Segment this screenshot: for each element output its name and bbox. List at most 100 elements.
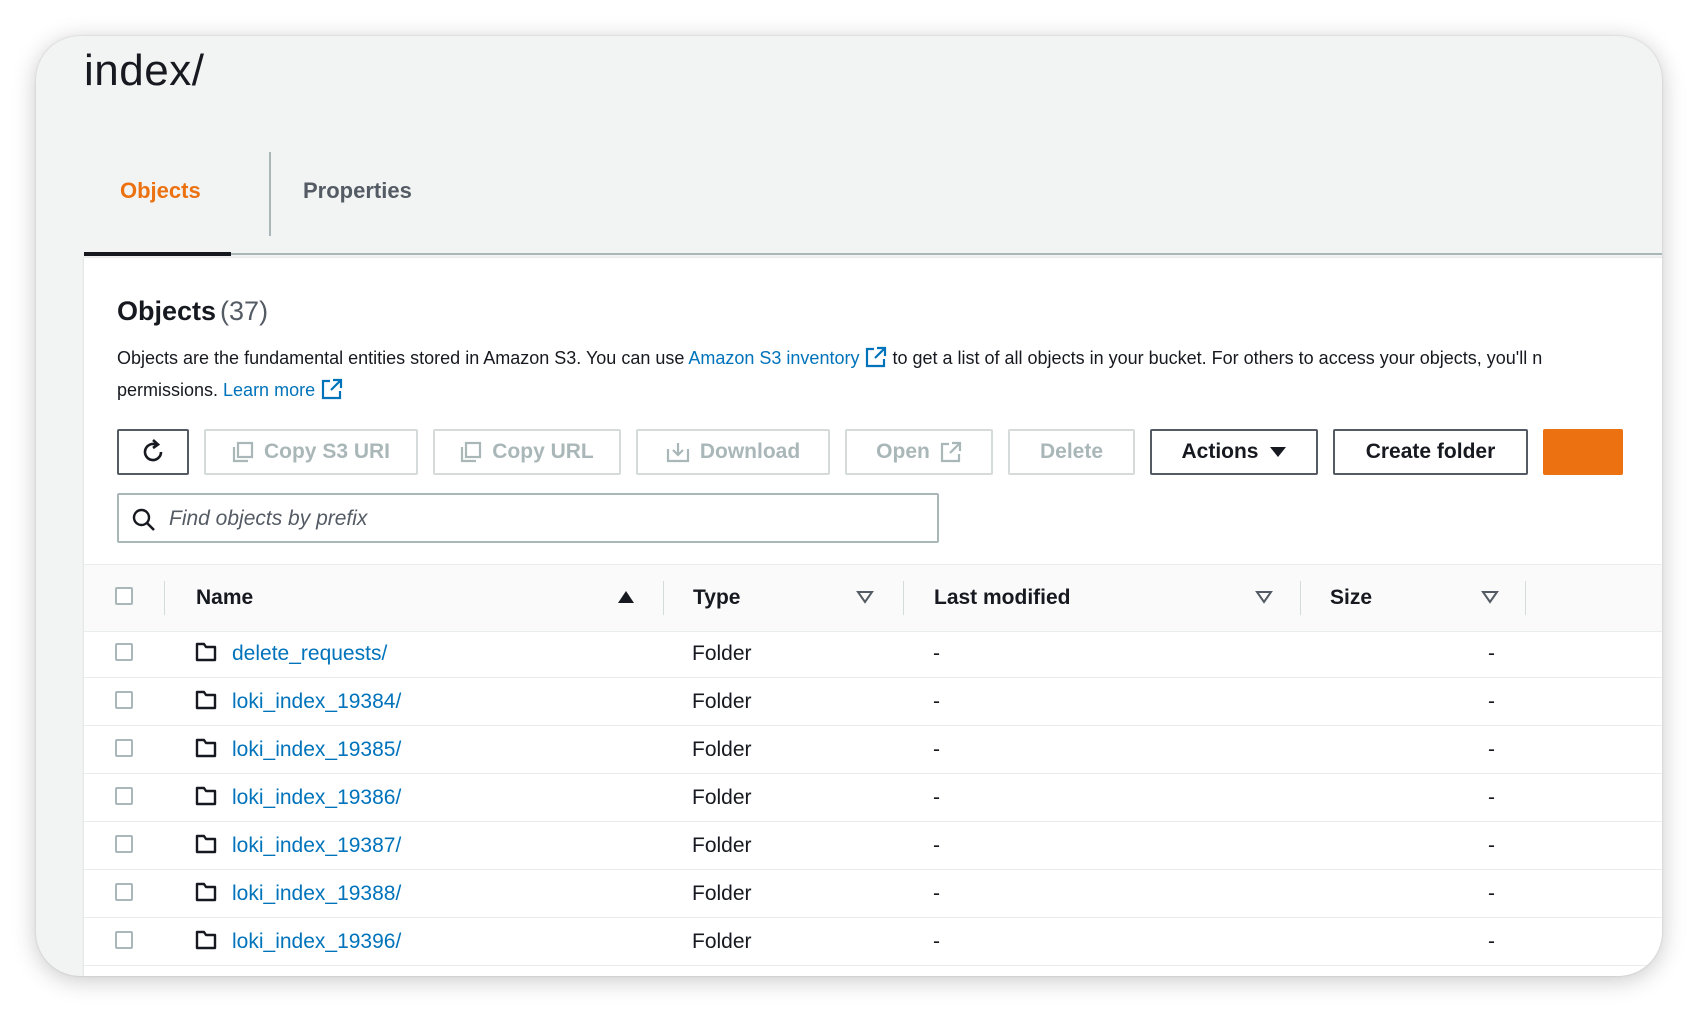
copy-icon: [232, 441, 254, 463]
s3-inventory-link-label: Amazon S3 inventory: [688, 348, 860, 368]
copy-url-label: Copy URL: [492, 440, 594, 463]
object-size: -: [1488, 833, 1495, 857]
objects-description: Objects are the fundamental entities sto…: [117, 342, 1662, 406]
select-all-checkbox[interactable]: [115, 587, 133, 605]
prefix-search: [117, 493, 939, 543]
table-row[interactable]: loki_index_19385/ Folder - -: [84, 726, 1662, 774]
sort-unsorted-icon[interactable]: [1481, 589, 1499, 605]
column-header-size[interactable]: Size: [1330, 565, 1372, 631]
copy-s3-uri-button[interactable]: Copy S3 URI: [204, 429, 418, 475]
sort-ascending-icon[interactable]: [617, 589, 635, 605]
column-divider: [663, 581, 664, 615]
actions-dropdown[interactable]: Actions: [1150, 429, 1318, 475]
table-row[interactable]: delete_requests/ Folder - -: [84, 630, 1662, 678]
object-size: -: [1488, 929, 1495, 953]
column-divider: [1300, 581, 1301, 615]
table-header: Name Type Last modified Size: [84, 564, 1662, 632]
objects-heading: Objects (37): [117, 296, 268, 327]
sort-unsorted-icon[interactable]: [856, 589, 874, 605]
folder-icon: [195, 882, 217, 902]
folder-icon: [195, 642, 217, 662]
row-checkbox[interactable]: [115, 643, 133, 661]
object-type: Folder: [692, 833, 752, 857]
object-name-link[interactable]: delete_requests/: [232, 642, 387, 666]
description-text-1: Objects are the fundamental entities sto…: [117, 348, 689, 368]
folder-icon: [195, 786, 217, 806]
tab-bar-underline: [84, 253, 1662, 255]
objects-count: (37): [220, 296, 269, 326]
learn-more-link[interactable]: Learn more: [223, 378, 343, 400]
row-checkbox[interactable]: [115, 931, 133, 949]
table-row[interactable]: loki_index_19386/ Folder - -: [84, 774, 1662, 822]
column-header-type[interactable]: Type: [693, 565, 740, 631]
learn-more-link-label: Learn more: [223, 380, 316, 400]
table-row[interactable]: loki_index_19387/ Folder - -: [84, 822, 1662, 870]
object-size: -: [1488, 881, 1495, 905]
column-divider: [164, 581, 165, 615]
object-name-link[interactable]: loki_index_19386/: [232, 786, 401, 810]
tab-objects[interactable]: Objects: [120, 178, 201, 204]
object-type: Folder: [692, 737, 752, 761]
object-type: Folder: [692, 929, 752, 953]
active-tab-indicator: [84, 252, 231, 256]
column-header-name[interactable]: Name: [196, 565, 253, 631]
copy-s3-uri-label: Copy S3 URI: [263, 440, 391, 463]
object-type: Folder: [692, 881, 752, 905]
open-button[interactable]: Open: [845, 429, 993, 475]
external-link-icon: [940, 441, 961, 463]
object-last-modified: -: [933, 881, 940, 905]
object-name-link[interactable]: loki_index_19385/: [232, 738, 401, 762]
objects-heading-label: Objects: [117, 296, 217, 326]
object-last-modified: -: [933, 689, 940, 713]
delete-label: Delete: [1039, 440, 1104, 463]
external-link-icon: [866, 346, 887, 368]
object-last-modified: -: [933, 641, 940, 665]
search-input[interactable]: [167, 501, 911, 537]
object-size: -: [1488, 689, 1495, 713]
refresh-button[interactable]: [117, 429, 189, 475]
table-row[interactable]: loki_index_19388/ Folder - -: [84, 870, 1662, 918]
column-header-last-modified[interactable]: Last modified: [934, 565, 1071, 631]
download-label: Download: [699, 440, 801, 463]
description-text-2: to get a list of all objects in your buc…: [887, 348, 1543, 368]
object-type: Folder: [692, 641, 752, 665]
table-row[interactable]: loki_index_19396/ Folder - -: [84, 918, 1662, 966]
page-title: index/: [84, 46, 205, 95]
copy-url-button[interactable]: Copy URL: [433, 429, 621, 475]
object-name-link[interactable]: loki_index_19384/: [232, 690, 401, 714]
table-row[interactable]: loki_index_19384/ Folder - -: [84, 678, 1662, 726]
create-folder-button[interactable]: Create folder: [1333, 429, 1528, 475]
actions-label: Actions: [1181, 440, 1259, 463]
row-checkbox[interactable]: [115, 835, 133, 853]
upload-button[interactable]: [1543, 429, 1623, 475]
row-checkbox[interactable]: [115, 691, 133, 709]
object-type: Folder: [692, 785, 752, 809]
object-name-link[interactable]: loki_index_19387/: [232, 834, 401, 858]
download-button[interactable]: Download: [636, 429, 830, 475]
sort-unsorted-icon[interactable]: [1255, 589, 1273, 605]
folder-icon: [195, 834, 217, 854]
open-label: Open: [876, 440, 930, 463]
object-name-link[interactable]: loki_index_19388/: [232, 882, 401, 906]
search-icon: [132, 508, 155, 531]
create-folder-label: Create folder: [1365, 440, 1496, 463]
object-last-modified: -: [933, 785, 940, 809]
column-divider: [1525, 581, 1526, 615]
object-last-modified: -: [933, 833, 940, 857]
row-checkbox[interactable]: [115, 787, 133, 805]
object-size: -: [1488, 785, 1495, 809]
copy-icon: [461, 441, 482, 463]
object-type: Folder: [692, 689, 752, 713]
object-last-modified: -: [933, 929, 940, 953]
folder-icon: [195, 738, 217, 758]
objects-panel: Objects (37) Objects are the fundamental …: [84, 257, 1662, 976]
row-checkbox[interactable]: [115, 739, 133, 757]
folder-icon: [195, 930, 217, 950]
tab-properties[interactable]: Properties: [303, 178, 412, 204]
s3-inventory-link[interactable]: Amazon S3 inventory: [688, 346, 887, 368]
row-checkbox[interactable]: [115, 883, 133, 901]
delete-button[interactable]: Delete: [1008, 429, 1135, 475]
object-name-link[interactable]: loki_index_19396/: [232, 930, 401, 954]
object-size: -: [1488, 641, 1495, 665]
download-icon: [666, 443, 689, 463]
